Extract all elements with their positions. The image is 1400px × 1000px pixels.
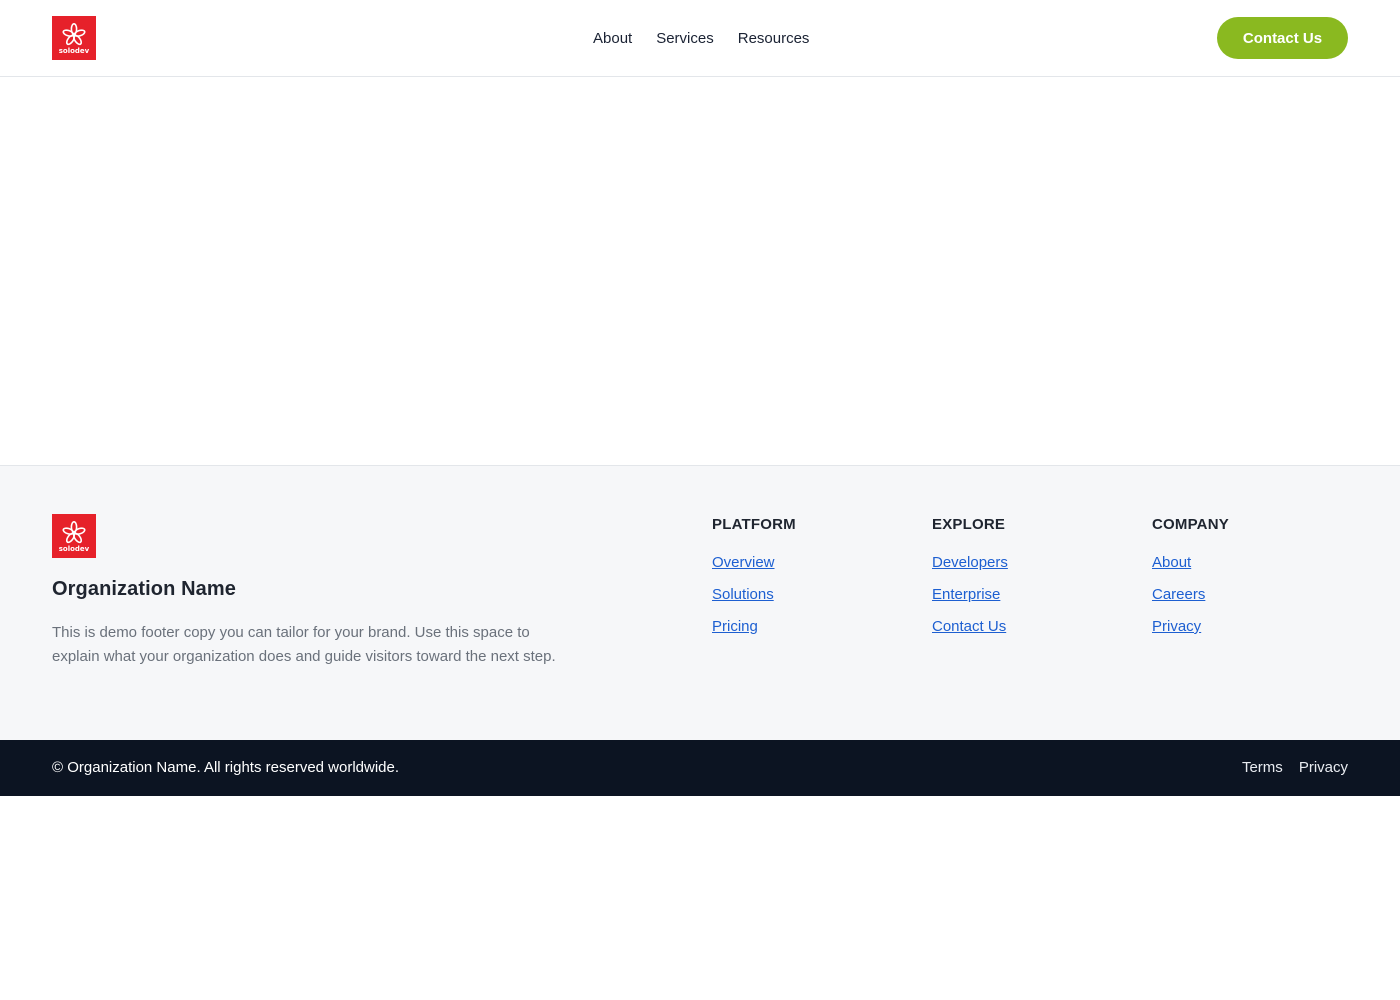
- contact-us-button[interactable]: Contact Us: [1217, 17, 1348, 59]
- footer-column-heading: COMPANY: [1152, 516, 1229, 533]
- footer-link-careers[interactable]: Careers: [1152, 585, 1352, 605]
- footer-link-solutions[interactable]: Solutions: [712, 585, 912, 605]
- bottom-bar: © Organization Name. All rights reserved…: [0, 740, 1400, 796]
- privacy-link[interactable]: Privacy: [1299, 758, 1348, 778]
- footer-link-pricing[interactable]: Pricing: [712, 617, 912, 637]
- footer-column-explore: EXPLORE Developers Enterprise Contact Us: [932, 516, 1132, 649]
- footer-logo[interactable]: solodev: [52, 514, 96, 558]
- footer-column-heading: EXPLORE: [932, 516, 1006, 533]
- nav-resources[interactable]: Resources: [738, 28, 810, 50]
- site-header: solodev About Services Resources Contact…: [0, 0, 1400, 77]
- terms-link[interactable]: Terms: [1242, 758, 1283, 778]
- header-logo[interactable]: solodev: [52, 16, 96, 60]
- org-name: Organization Name: [52, 578, 236, 600]
- footer-column-company: COMPANY About Careers Privacy: [1152, 516, 1352, 649]
- footer-link-overview[interactable]: Overview: [712, 553, 912, 573]
- logo-wordmark: solodev: [58, 46, 90, 55]
- logo-wordmark: solodev: [58, 544, 90, 553]
- nav-about[interactable]: About: [593, 28, 632, 50]
- flower-icon: [62, 22, 86, 45]
- footer-link-enterprise[interactable]: Enterprise: [932, 585, 1132, 605]
- footer-column-heading: PLATFORM: [712, 516, 796, 533]
- main-nav: About Services Resources: [593, 27, 809, 51]
- site-footer: solodev Organization Name This is demo f…: [0, 465, 1400, 740]
- footer-link-developers[interactable]: Developers: [932, 553, 1132, 573]
- nav-services[interactable]: Services: [656, 28, 714, 50]
- footer-link-contact-us[interactable]: Contact Us: [932, 617, 1132, 637]
- legal-links: Terms Privacy: [1242, 758, 1348, 778]
- copyright-text: © Organization Name. All rights reserved…: [52, 759, 400, 776]
- footer-link-privacy[interactable]: Privacy: [1152, 617, 1352, 637]
- flower-icon: [62, 520, 86, 543]
- org-description: This is demo footer copy you can tailor …: [52, 624, 556, 665]
- footer-column-platform: PLATFORM Overview Solutions Pricing: [712, 516, 912, 649]
- footer-link-about[interactable]: About: [1152, 553, 1352, 573]
